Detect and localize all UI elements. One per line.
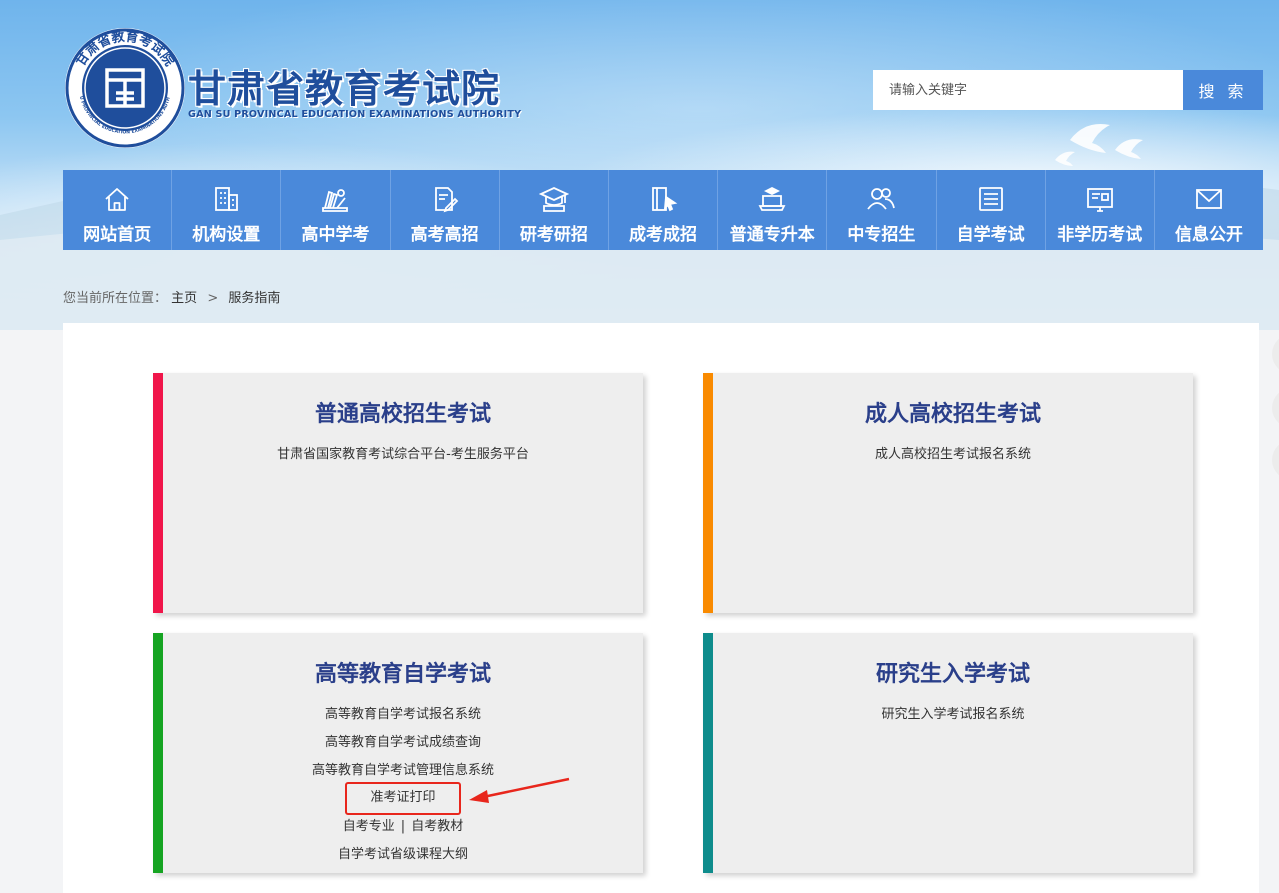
nav-item-adult-exam[interactable]: 成考成招: [609, 170, 719, 250]
card-accent-bar: [703, 373, 713, 613]
authority-logo: 甘肃省教育考试院 GANSU PROVINCIAL EDUCATION EXAM…: [64, 27, 185, 148]
card-title: 研究生入学考试: [875, 662, 1030, 687]
card-accent-bar: [153, 373, 163, 613]
notes-icon: [978, 187, 1003, 211]
nav-label: 普通专升本: [729, 225, 815, 245]
card-title: 普通高校招生考试: [314, 402, 491, 427]
breadcrumb-prefix: 您当前所在位置：: [63, 291, 168, 306]
card-adult-college: 成人高校招生考试 成人高校招生考试报名系统: [703, 373, 1193, 613]
nav-label: 高中学考: [301, 225, 370, 245]
card-gaokao: 普通高校招生考试 甘肃省国家教育考试综合平台-考生服务平台: [153, 373, 643, 613]
link-course-outline[interactable]: 自学考试省级课程大纲: [338, 841, 468, 869]
certificate-icon: [1086, 188, 1113, 212]
nav-item-highschool-exam[interactable]: 高中学考: [281, 170, 391, 250]
card-accent-bar: [153, 633, 163, 873]
breadcrumb-current: 服务指南: [228, 291, 281, 306]
nav-item-gaokao[interactable]: 高考高招: [391, 170, 500, 250]
breadcrumb: 您当前所在位置： 主页 > 服务指南: [63, 287, 280, 306]
card-self-study: 高等教育自学考试 高等教育自学考试报名系统 高等教育自学考试成绩查询 高等教育自…: [153, 633, 643, 873]
nav-item-upgrade[interactable]: 普通专升本: [718, 170, 828, 250]
building-icon: [215, 187, 239, 211]
nav-label: 研考研招: [519, 225, 588, 245]
breadcrumb-separator: >: [207, 291, 219, 306]
link-self-study-textbooks[interactable]: 自考教材: [411, 819, 463, 834]
link-separator: |: [400, 819, 406, 834]
link-self-study-majors[interactable]: 自考专业: [343, 819, 395, 834]
floating-side-buttons: [1272, 338, 1279, 476]
nav-item-self-study[interactable]: 自学考试: [937, 170, 1046, 250]
site-title: 甘肃省教育考试院: [188, 67, 501, 111]
header-banner: [0, 0, 1279, 330]
nav-label: 成考成招: [629, 225, 698, 245]
card-postgraduate: 研究生入学考试 研究生入学考试报名系统: [703, 633, 1193, 873]
link-adult-registration[interactable]: 成人高校招生考试报名系统: [875, 441, 1031, 469]
books-icon: [322, 189, 349, 212]
link-pair: 自考专业 | 自考教材: [343, 813, 463, 841]
breadcrumb-home-link[interactable]: 主页: [171, 291, 197, 306]
nav-item-secondary-vocational[interactable]: 中专招生: [827, 170, 937, 250]
card-links: 甘肃省国家教育考试综合平台-考生服务平台: [163, 441, 643, 469]
nav-label: 自学考试: [956, 225, 1025, 245]
card-title: 高等教育自学考试: [314, 662, 491, 687]
nav-label: 机构设置: [192, 225, 261, 245]
link-self-study-scores[interactable]: 高等教育自学考试成绩查询: [325, 729, 481, 757]
graduation-cap-icon: [538, 187, 569, 212]
home-icon: [105, 188, 129, 211]
link-postgrad-registration[interactable]: 研究生入学考试报名系统: [881, 701, 1024, 729]
users-icon: [867, 188, 896, 210]
mail-icon: [1196, 189, 1222, 209]
card-links: 研究生入学考试报名系统: [713, 701, 1193, 729]
nav-item-non-degree[interactable]: 非学历考试: [1046, 170, 1155, 250]
laptop-cap-icon: [758, 186, 786, 211]
nav-label: 中专招生: [847, 225, 916, 245]
search-button[interactable]: 搜 索: [1183, 70, 1263, 110]
nav-item-info-disclosure[interactable]: 信息公开: [1155, 170, 1263, 250]
link-self-study-registration[interactable]: 高等教育自学考试报名系统: [325, 701, 481, 729]
nav-label: 信息公开: [1174, 225, 1243, 245]
nav-label: 非学历考试: [1057, 225, 1143, 245]
card-links: 成人高校招生考试报名系统: [713, 441, 1193, 469]
nav-item-organization[interactable]: 机构设置: [172, 170, 282, 250]
main-nav: 网站首页 机构设置 高中学考 高考高招 研考研招 成考成招 普通专升本 中专招生…: [63, 170, 1263, 250]
book-cursor-icon: [652, 187, 678, 212]
nav-label: 高考高招: [410, 225, 479, 245]
link-exam-service-platform[interactable]: 甘肃省国家教育考试综合平台-考生服务平台: [277, 441, 529, 469]
red-arrow-annotation: [469, 777, 570, 803]
site-subtitle: GAN SU PROVINCAL EDUCATION EXAMINATIONS …: [188, 109, 522, 120]
document-pen-icon: [434, 187, 458, 213]
mountain-background: [0, 124, 1279, 330]
nav-item-postgrad[interactable]: 研考研招: [500, 170, 609, 250]
dove-decoration: [1055, 124, 1143, 166]
card-accent-bar: [703, 633, 713, 873]
link-admission-ticket-print[interactable]: 准考证打印: [345, 782, 461, 815]
card-title: 成人高校招生考试: [864, 402, 1041, 427]
nav-label: 网站首页: [83, 225, 152, 245]
search-input[interactable]: [873, 70, 1183, 110]
nav-item-home[interactable]: 网站首页: [63, 170, 173, 250]
